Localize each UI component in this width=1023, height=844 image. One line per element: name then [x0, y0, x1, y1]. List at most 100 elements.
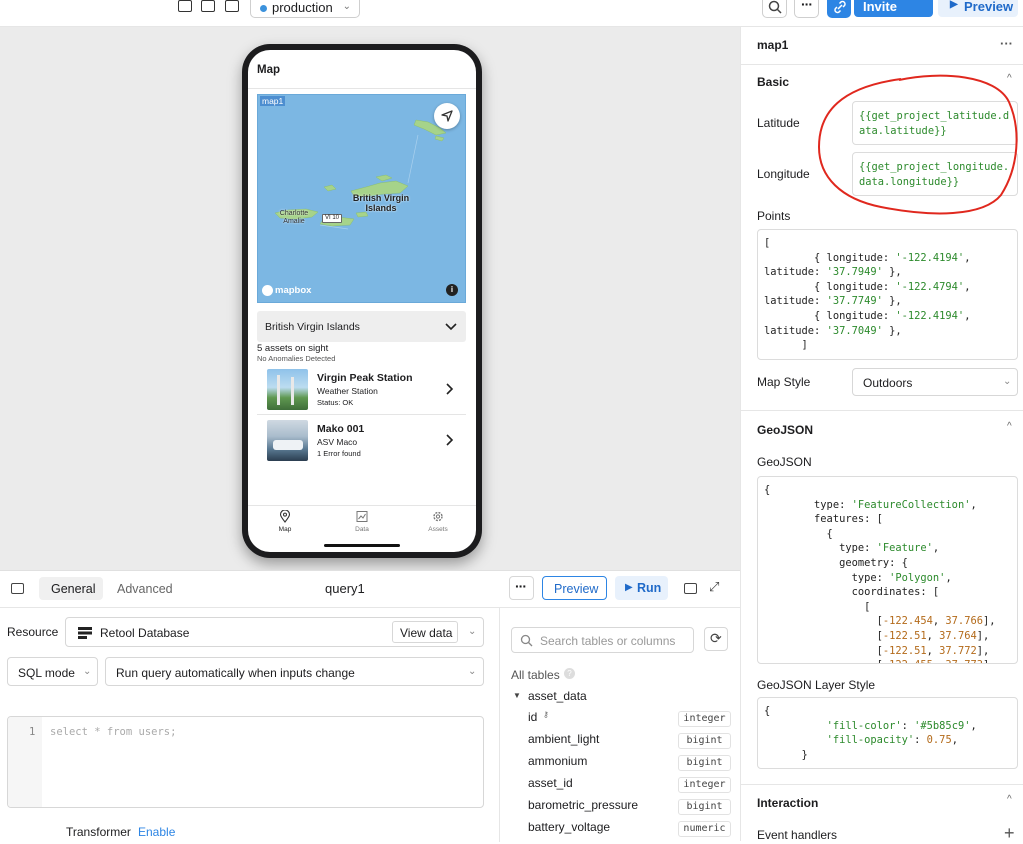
view-data-button[interactable]: View data: [392, 621, 458, 643]
query-mode-select[interactable]: SQL mode ⌄: [7, 657, 98, 686]
tab-assets[interactable]: Assets: [423, 510, 453, 533]
table-name[interactable]: asset_data: [528, 689, 587, 703]
caret-down-icon[interactable]: ▼: [513, 691, 521, 700]
toggle-query-list-icon[interactable]: [11, 583, 24, 594]
search-icon: [520, 634, 533, 647]
latitude-label: Latitude: [757, 116, 800, 130]
tab-map[interactable]: Map: [270, 509, 300, 533]
info-icon[interactable]: i: [446, 284, 458, 296]
phone-header-title: Map: [257, 64, 280, 76]
expand-icon[interactable]: ⤢: [709, 579, 719, 595]
run-button[interactable]: ▶ Run: [615, 576, 668, 600]
map-style-value: Outdoors: [863, 376, 913, 390]
preview-button[interactable]: ▶ Preview: [938, 0, 1018, 17]
chevron-down-icon: ⌄: [468, 666, 477, 677]
chevron-up-icon[interactable]: ^: [1007, 421, 1012, 432]
schema-column-type-badge: bigint: [678, 799, 731, 815]
refresh-schema-button[interactable]: ⟳: [704, 627, 728, 651]
location-select[interactable]: British Virgin Islands: [257, 311, 466, 342]
view-data-label: View data: [400, 626, 453, 640]
asset-list-item[interactable]: Mako 001 ASV Maco 1 Error found: [257, 416, 466, 464]
map-style-select[interactable]: Outdoors ⌄: [852, 368, 1018, 396]
chevron-up-icon[interactable]: ^: [1007, 794, 1012, 805]
chevron-down-icon: ⌄: [342, 1, 351, 12]
asset-list-item[interactable]: Virgin Peak Station Weather Station Stat…: [257, 365, 466, 415]
play-icon: ▶: [625, 582, 633, 593]
asset-status: 1 Error found: [317, 449, 361, 458]
geojson-editor[interactable]: { type: 'FeatureCollection', features: […: [757, 476, 1018, 664]
more-button[interactable]: ···: [794, 0, 819, 18]
play-icon: ▶: [950, 0, 958, 10]
sql-editor[interactable]: 1 select * from users;: [7, 716, 484, 808]
code-line: [: [764, 237, 771, 249]
divider: [741, 784, 1023, 785]
geojson-section-title[interactable]: GeoJSON: [757, 423, 813, 437]
geojson-layer-style-label: GeoJSON Layer Style: [757, 678, 876, 692]
query-name[interactable]: query1: [325, 581, 365, 596]
query-preview-button[interactable]: Preview: [542, 576, 607, 600]
code-line: type: 'Polygon',: [764, 571, 952, 584]
environment-status-dot: [260, 5, 267, 12]
chevron-right-icon: [446, 383, 454, 395]
schema-column-name[interactable]: ammonium: [528, 754, 587, 768]
invite-users-button[interactable]: Invite users: [854, 0, 933, 29]
left-panel-icon[interactable]: [178, 0, 192, 12]
tab-general[interactable]: General: [39, 577, 103, 600]
schema-column-name[interactable]: battery_voltage: [528, 820, 610, 834]
schema-column-type-badge: bigint: [678, 755, 731, 771]
toggle-sidebar-icon[interactable]: [684, 583, 697, 594]
copy-link-button[interactable]: [827, 0, 851, 18]
transformer-enable-link[interactable]: Enable: [138, 825, 175, 839]
code-line: latitude: '37.7949' },: [764, 266, 902, 279]
chevron-down-icon: ⌄: [1003, 376, 1012, 387]
component-more-icon[interactable]: ···: [1000, 36, 1013, 51]
map-style-label: Map Style: [757, 375, 811, 389]
component-name[interactable]: map1: [757, 38, 788, 52]
run-trigger-value: Run query automatically when inputs chan…: [116, 666, 355, 680]
code-line: {: [764, 484, 771, 496]
map-label-bvi: British Virgin Islands: [352, 193, 410, 213]
primary-key-icon: ⚷: [543, 710, 549, 719]
code-line: { longitude: '-122.4194',: [764, 251, 971, 264]
environment-select[interactable]: production ⌄: [250, 0, 360, 18]
code-line: }: [764, 748, 808, 761]
line-number: 1: [29, 726, 36, 738]
geojson-label: GeoJSON: [757, 455, 812, 469]
right-panel-icon[interactable]: [225, 0, 239, 12]
schema-column-name[interactable]: id: [528, 710, 537, 724]
schema-search-placeholder: Search tables or columns: [540, 634, 676, 648]
schema-search-input[interactable]: Search tables or columns: [511, 627, 694, 653]
geojson-layer-style-editor[interactable]: { 'fill-color': '#5b85c9', 'fill-opacity…: [757, 697, 1018, 769]
query-more-button[interactable]: ···: [509, 576, 534, 600]
points-editor[interactable]: [ { longitude: '-122.4194', latitude: '37…: [757, 229, 1018, 360]
code-line: 'fill-color': '#5b85c9',: [826, 719, 977, 732]
sql-code[interactable]: select * from users;: [50, 726, 176, 738]
help-icon[interactable]: ?: [564, 668, 575, 679]
query-editor-panel: General Advanced query1 ··· Preview ▶ Ru…: [0, 570, 740, 842]
environment-label: production: [272, 0, 333, 15]
weather-mast-image: [291, 377, 294, 405]
tab-data[interactable]: Data: [347, 510, 377, 533]
resource-select[interactable]: Retool Database View data ⌄: [65, 617, 484, 647]
schema-column-name[interactable]: asset_id: [528, 776, 573, 790]
asset-name: Mako 001: [317, 423, 365, 435]
query-preview-label: Preview: [554, 582, 599, 596]
search-icon: [768, 0, 782, 14]
locate-button[interactable]: [434, 103, 460, 129]
run-trigger-select[interactable]: Run query automatically when inputs chan…: [105, 657, 484, 686]
bottom-panel-icon[interactable]: [201, 0, 215, 12]
divider: [499, 608, 500, 842]
asset-thumbnail: [267, 369, 308, 410]
divider: [0, 607, 740, 608]
schema-column-name[interactable]: barometric_pressure: [528, 798, 638, 812]
schema-column-name[interactable]: ambient_light: [528, 732, 599, 746]
tab-advanced[interactable]: Advanced: [117, 582, 173, 596]
link-icon: [834, 0, 846, 14]
resource-label: Resource: [7, 625, 59, 639]
search-button[interactable]: [762, 0, 787, 18]
code-line: [-122.51, 37.772],: [764, 644, 990, 657]
basic-section-title[interactable]: Basic: [757, 75, 789, 89]
schema-column-type-badge: integer: [678, 711, 731, 727]
interaction-section-title[interactable]: Interaction: [757, 796, 818, 810]
map-component[interactable]: map1 British Virgin Islands Charlotte Am…: [257, 94, 466, 303]
